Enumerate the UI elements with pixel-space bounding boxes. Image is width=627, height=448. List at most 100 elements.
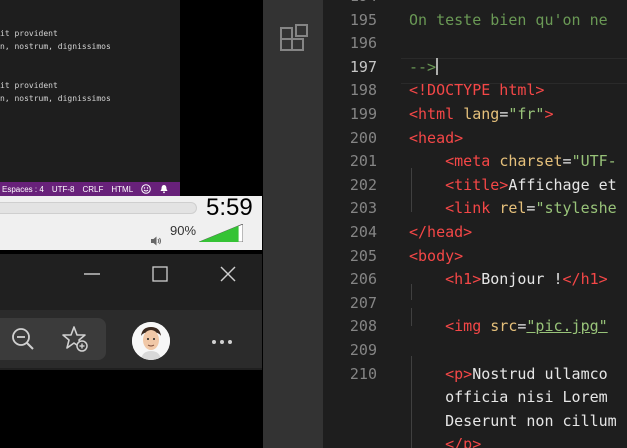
code-token: src: [490, 317, 518, 336]
code-token: rel: [499, 199, 527, 218]
code-token: "fr": [508, 105, 545, 123]
code-token: <body>: [409, 246, 464, 265]
clock-time: 5:59: [206, 194, 253, 221]
code-line[interactable]: <html lang="fr">: [409, 105, 554, 123]
background-code-line: [0, 66, 111, 79]
window-title-bar: [0, 254, 262, 294]
code-line[interactable]: <!DOCTYPE html>: [409, 81, 544, 99]
code-token: </head>: [409, 223, 473, 241]
maximize-icon[interactable]: [148, 264, 172, 284]
code-line[interactable]: On teste bien qu'on ne: [409, 11, 608, 29]
code-line[interactable]: <p>Nostrud ullamco: [409, 365, 608, 383]
line-number: 201: [349, 152, 377, 171]
line-number: 208: [349, 317, 377, 336]
code-token: <img: [445, 317, 491, 336]
code-token: <h1>: [445, 270, 482, 289]
bell-icon[interactable]: [159, 184, 169, 194]
code-token: </h1>: [562, 270, 608, 289]
code-token: charset: [499, 152, 563, 171]
line-number: 202: [349, 175, 377, 194]
line-number: 206: [349, 270, 377, 289]
line-number-gutter: 194 195 196 197 198 199 200 201 202 203 204 205 206 2…: [323, 0, 401, 448]
profile-avatar[interactable]: [132, 322, 170, 360]
background-editor-code: it provident n, nostrum, dignissimos it pr…: [0, 27, 111, 105]
code-line[interactable]: <img src="pic.jpg": [409, 317, 608, 335]
code-line[interactable]: Deserunt non cillum: [409, 412, 617, 430]
code-line[interactable]: </head>: [409, 223, 472, 241]
status-spaces[interactable]: Espaces : 4: [2, 185, 44, 194]
background-editor-status-bar: Espaces : 4 UTF-8 CRLF HTML: [0, 182, 180, 196]
code-line[interactable]: </p>: [409, 435, 481, 448]
activity-bar: [263, 0, 323, 448]
status-eol[interactable]: CRLF: [82, 185, 103, 194]
background-code-line: [0, 53, 111, 66]
more-icon[interactable]: [207, 332, 237, 352]
code-token: -->: [409, 57, 437, 76]
line-number: 198: [349, 81, 377, 100]
background-code-line: n, nostrum, dignissimos: [0, 42, 111, 51]
line-number: 200: [349, 128, 377, 147]
indent-guide: [411, 356, 412, 448]
line-number: 194: [323, 0, 377, 5]
code-token: "pic.jpg": [526, 317, 608, 336]
background-code-line: it provident: [0, 81, 58, 90]
code-line[interactable]: <body>: [409, 247, 463, 265]
line-number: 196: [349, 34, 377, 53]
code-token: <head>: [409, 128, 464, 147]
code-line[interactable]: <title>Affichage et: [409, 176, 617, 194]
indent-guide: [411, 284, 412, 300]
close-icon[interactable]: [216, 264, 240, 284]
code-token: <html: [409, 105, 464, 123]
volume-level-meter[interactable]: [199, 224, 243, 242]
line-number: 204: [349, 223, 377, 241]
line-number: 199: [349, 105, 377, 123]
line-number: 195: [349, 10, 377, 29]
code-line[interactable]: <link rel="styleshe: [409, 199, 617, 217]
add-favorite-icon[interactable]: [60, 324, 90, 354]
text-cursor: [436, 57, 439, 75]
line-number: 209: [349, 341, 377, 359]
code-token: Nostrud ullamco: [472, 364, 608, 383]
code-line[interactable]: -->: [409, 57, 439, 76]
code-token: <p>: [445, 364, 473, 383]
code-line[interactable]: <meta charset="UTF-: [409, 152, 617, 170]
code-token: officia nisi Lorem: [409, 388, 608, 407]
status-language[interactable]: HTML: [111, 185, 133, 194]
indent-guide: [411, 168, 412, 212]
toolbar-actions-group: [0, 318, 106, 360]
smiley-icon[interactable]: [141, 184, 151, 194]
code-token: Bonjour !: [481, 270, 563, 289]
background-code-line: n, nostrum, dignissimos: [0, 94, 111, 103]
line-number: 197: [349, 57, 377, 76]
code-token: On teste bien qu'on ne: [409, 10, 608, 29]
code-line[interactable]: <head>: [409, 129, 463, 147]
indent-guide: [411, 308, 412, 326]
browser-window: [0, 254, 262, 370]
code-token: Deserunt non cillum: [409, 411, 617, 430]
code-editor[interactable]: On teste bien qu'on ne --> <!DOCTYPE html>…: [401, 0, 627, 448]
code-token: <meta: [445, 152, 500, 171]
zoom-out-icon[interactable]: [8, 324, 38, 354]
line-number: 210: [349, 364, 377, 383]
code-token: =: [562, 152, 572, 171]
code-token: </p>: [445, 435, 482, 448]
code-token: <title>: [445, 175, 509, 194]
speaker-icon[interactable]: [150, 236, 162, 246]
code-token: =: [499, 105, 509, 123]
code-line[interactable]: officia nisi Lorem: [409, 388, 608, 406]
status-encoding[interactable]: UTF-8: [52, 185, 75, 194]
extensions-icon[interactable]: [278, 24, 310, 56]
seek-bar[interactable]: [0, 202, 197, 214]
code-token: "styleshe: [535, 199, 617, 218]
code-token: <link: [445, 199, 500, 218]
minimize-icon[interactable]: [80, 264, 104, 284]
code-token: lang: [463, 105, 500, 123]
code-line[interactable]: <h1>Bonjour !</h1>: [409, 270, 608, 288]
